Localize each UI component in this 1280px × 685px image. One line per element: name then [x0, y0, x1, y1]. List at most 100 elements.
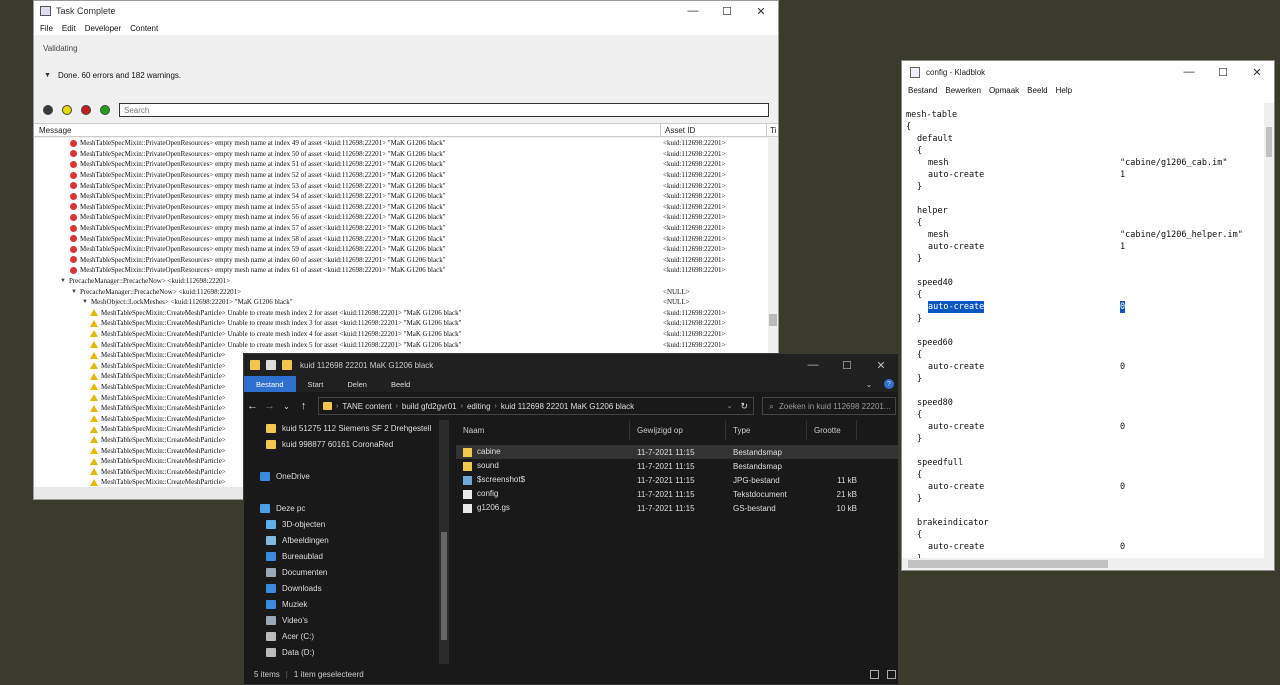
- minimize-button[interactable]: —: [1172, 61, 1206, 83]
- expand-triangle-icon[interactable]: ▼: [60, 278, 66, 284]
- breadcrumb-editing[interactable]: editing: [467, 402, 491, 411]
- properties-icon[interactable]: [266, 360, 276, 370]
- menu-bestand[interactable]: Bestand: [908, 86, 937, 95]
- menu-help[interactable]: Help: [1056, 86, 1072, 95]
- search-input[interactable]: [119, 103, 769, 117]
- details-view-icon[interactable]: [870, 669, 879, 679]
- log-scrollbar-thumb[interactable]: [769, 314, 777, 326]
- notepad-horizontal-scrollbar[interactable]: [902, 558, 1274, 570]
- notepad-hscroll-thumb[interactable]: [908, 560, 1108, 568]
- nav-item[interactable]: Video's: [244, 612, 449, 628]
- log-row[interactable]: MeshTableSpecMixin::PrivateOpenResources…: [34, 255, 778, 266]
- column-type[interactable]: Type: [726, 420, 807, 440]
- close-button[interactable]: ✕: [864, 354, 898, 376]
- breadcrumb-tane-content[interactable]: TANE content: [342, 402, 391, 411]
- log-row[interactable]: MeshTableSpecMixin::PrivateOpenResources…: [34, 170, 778, 181]
- filter-ok-dot-icon[interactable]: [100, 105, 110, 115]
- log-row[interactable]: MeshTableSpecMixin::CreateMeshParticle> …: [34, 339, 778, 350]
- nav-item[interactable]: Documenten: [244, 564, 449, 580]
- collapse-triangle-icon[interactable]: ▼: [44, 72, 51, 79]
- log-row[interactable]: MeshTableSpecMixin::PrivateOpenResources…: [34, 159, 778, 170]
- menu-file[interactable]: File: [40, 24, 53, 33]
- help-icon[interactable]: ?: [884, 379, 894, 389]
- log-row[interactable]: ▼ PrecacheManager::PrecacheNow> <kuid:112…: [34, 286, 778, 297]
- expand-ribbon-icon[interactable]: ⌄: [854, 376, 884, 392]
- navigation-scrollbar[interactable]: [439, 420, 449, 664]
- column-naam[interactable]: Naam: [456, 420, 630, 440]
- maximize-button[interactable]: ☐: [830, 354, 864, 376]
- menu-content[interactable]: Content: [130, 24, 158, 33]
- log-row[interactable]: MeshTableSpecMixin::PrivateOpenResources…: [34, 138, 778, 149]
- column-message[interactable]: Message: [34, 124, 661, 136]
- address-dropdown-icon[interactable]: ⌄: [727, 402, 733, 410]
- file-row[interactable]: cabine 11-7-2021 11:15 Bestandsmap: [456, 445, 898, 459]
- nav-item[interactable]: Afbeeldingen: [244, 532, 449, 548]
- refresh-icon[interactable]: ↻: [740, 401, 748, 412]
- filter-errors-dot-icon[interactable]: [81, 105, 91, 115]
- tiles-view-icon[interactable]: [887, 669, 896, 679]
- log-row[interactable]: MeshTableSpecMixin::PrivateOpenResources…: [34, 202, 778, 213]
- nav-item[interactable]: Muziek: [244, 596, 449, 612]
- recent-chevron-icon[interactable]: ⌄: [278, 402, 295, 411]
- log-row[interactable]: MeshTableSpecMixin::PrivateOpenResources…: [34, 223, 778, 234]
- log-row[interactable]: MeshTableSpecMixin::PrivateOpenResources…: [34, 265, 778, 276]
- filter-warnings-dot-icon[interactable]: [62, 105, 72, 115]
- log-row[interactable]: MeshTableSpecMixin::PrivateOpenResources…: [34, 212, 778, 223]
- nav-item[interactable]: 3D-objecten: [244, 516, 449, 532]
- nav-item[interactable]: kuid 51275 112 Siemens SF 2 Drehgestell: [244, 420, 449, 436]
- menu-beeld[interactable]: Beeld: [1027, 86, 1047, 95]
- breadcrumb-build[interactable]: build gfd2gvr01: [402, 402, 457, 411]
- forward-arrow-icon[interactable]: →: [261, 400, 278, 412]
- back-arrow-icon[interactable]: ←: [244, 400, 261, 412]
- ribbon-tab-delen[interactable]: Delen: [335, 376, 379, 392]
- ribbon-tab-bestand[interactable]: Bestand: [244, 376, 296, 392]
- expand-triangle-icon[interactable]: ▼: [71, 289, 77, 295]
- close-button[interactable]: ✕: [1240, 61, 1274, 83]
- log-row[interactable]: MeshTableSpecMixin::CreateMeshParticle> …: [34, 329, 778, 340]
- nav-item[interactable]: OneDrive: [244, 468, 449, 484]
- minimize-button[interactable]: —: [796, 354, 830, 376]
- nav-item[interactable]: Deze pc: [244, 500, 449, 516]
- notepad-text-area[interactable]: mesh-table {default {mesh "cabine/g1206_cab…: [902, 103, 1266, 559]
- log-row[interactable]: MeshTableSpecMixin::PrivateOpenResources…: [34, 244, 778, 255]
- expand-triangle-icon[interactable]: ▼: [82, 299, 88, 305]
- close-button[interactable]: ✕: [744, 1, 778, 21]
- column-t[interactable]: Ti: [767, 126, 776, 135]
- menu-edit[interactable]: Edit: [62, 24, 76, 33]
- file-row[interactable]: g1206.gs 11-7-2021 11:15 GS-bestand 10 kB: [456, 501, 898, 515]
- column-grootte[interactable]: Grootte: [807, 420, 857, 440]
- nav-item[interactable]: Downloads: [244, 580, 449, 596]
- maximize-button[interactable]: ☐: [1206, 61, 1240, 83]
- nav-item[interactable]: kuid 998877 60161 CoronaRed: [244, 436, 449, 452]
- menu-opmaak[interactable]: Opmaak: [989, 86, 1019, 95]
- log-row[interactable]: MeshTableSpecMixin::CreateMeshParticle> …: [34, 318, 778, 329]
- file-row[interactable]: config 11-7-2021 11:15 Tekstdocument 21 kB: [456, 487, 898, 501]
- log-row[interactable]: MeshTableSpecMixin::CreateMeshParticle> …: [34, 308, 778, 319]
- file-row[interactable]: $screenshot$ 11-7-2021 11:15 JPG-bestand 11…: [456, 473, 898, 487]
- task-titlebar[interactable]: Task Complete — ☐ ✕: [34, 1, 778, 21]
- log-row[interactable]: MeshTableSpecMixin::PrivateOpenResources…: [34, 191, 778, 202]
- up-arrow-icon[interactable]: ↑: [295, 400, 312, 412]
- log-row[interactable]: MeshTableSpecMixin::PrivateOpenResources…: [34, 180, 778, 191]
- navigation-scrollbar-thumb[interactable]: [441, 532, 447, 640]
- menu-bewerken[interactable]: Bewerken: [945, 86, 981, 95]
- log-row[interactable]: ▼ MeshObject::LockMeshes> <kuid:112698:22…: [34, 297, 778, 308]
- nav-item[interactable]: Data (D:): [244, 644, 449, 660]
- explorer-titlebar[interactable]: kuid 112698 22201 MaK G1206 black — ☐ ✕: [244, 354, 898, 376]
- notepad-vscroll-thumb[interactable]: [1266, 127, 1272, 157]
- menu-developer[interactable]: Developer: [85, 24, 121, 33]
- new-folder-icon[interactable]: [282, 360, 292, 370]
- log-row[interactable]: ▼ PrecacheManager::PrecacheNow> <kuid:112…: [34, 276, 778, 287]
- breadcrumb-current-folder[interactable]: kuid 112698 22201 MaK G1206 black: [501, 402, 634, 411]
- maximize-button[interactable]: ☐: [710, 1, 744, 21]
- notepad-vertical-scrollbar[interactable]: [1264, 103, 1274, 559]
- column-asset-id[interactable]: Asset ID: [661, 124, 767, 136]
- file-row[interactable]: sound 11-7-2021 11:15 Bestandsmap: [456, 459, 898, 473]
- nav-item[interactable]: Bureaublad: [244, 548, 449, 564]
- filter-all-dot-icon[interactable]: [43, 105, 53, 115]
- log-row[interactable]: MeshTableSpecMixin::PrivateOpenResources…: [34, 233, 778, 244]
- address-bar[interactable]: › TANE content › build gfd2gvr01 › editi…: [318, 397, 754, 415]
- log-row[interactable]: MeshTableSpecMixin::PrivateOpenResources…: [34, 149, 778, 160]
- ribbon-tab-start[interactable]: Start: [296, 376, 336, 392]
- explorer-search-input[interactable]: ⌕ Zoeken in kuid 112698 22201...: [762, 397, 896, 415]
